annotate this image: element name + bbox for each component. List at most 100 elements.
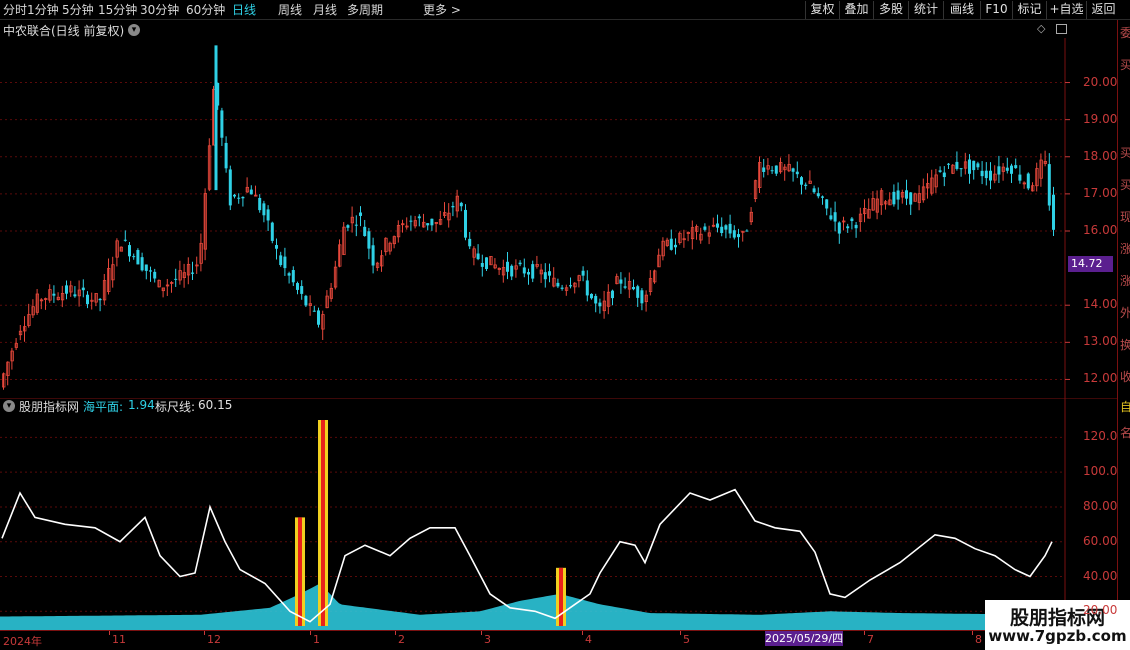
sea-level-value: 1.94 <box>128 398 155 412</box>
candle-body <box>241 196 245 199</box>
toolbar-button[interactable]: 标记 <box>1012 1 1046 19</box>
candle-body <box>980 170 984 177</box>
side-label: 名 <box>1120 424 1130 441</box>
candle-body <box>480 263 484 267</box>
x-tick-mark <box>680 631 681 635</box>
candle-body <box>1010 165 1013 174</box>
candle-body <box>955 161 959 169</box>
candle-body <box>1026 173 1030 189</box>
candle-body <box>854 224 858 229</box>
candle-body <box>506 261 509 272</box>
candle-body <box>1005 167 1009 171</box>
chart-title: 中农联合(日线 前复权) <box>3 22 124 39</box>
candle-body <box>249 189 253 195</box>
price-tick-label: 12.00 <box>1083 371 1118 386</box>
candle-body <box>191 272 194 274</box>
candle-body <box>65 285 68 294</box>
candle-body <box>732 230 736 238</box>
sea-level-label: 海平面: <box>83 400 124 414</box>
current-price-badge: 14.72 <box>1068 256 1113 272</box>
candle-body <box>640 290 644 304</box>
candle-body <box>291 270 295 283</box>
candle-body <box>1047 164 1051 206</box>
side-label: 现 <box>1120 208 1130 225</box>
candle-body <box>468 238 472 247</box>
toolbar-button[interactable]: 统计 <box>908 1 943 19</box>
candle-body <box>52 293 56 296</box>
x-tick-label: 11 <box>112 633 126 646</box>
price-tick-label: 19.00 <box>1083 111 1118 126</box>
period-tab[interactable]: 分时 <box>3 2 27 18</box>
candle-body <box>233 194 236 197</box>
toolbar-button[interactable]: 返回 <box>1086 1 1120 19</box>
candle-body <box>959 168 963 170</box>
candle-body <box>485 257 488 270</box>
signal-bar-core <box>298 517 302 626</box>
x-tick-mark <box>972 631 973 635</box>
window-toggle-icon[interactable] <box>1056 24 1067 34</box>
candle-body <box>359 212 362 216</box>
period-tab[interactable]: 60分钟 <box>186 2 225 18</box>
chevron-down-icon[interactable]: ▾ <box>128 24 140 36</box>
candle-body <box>804 184 808 186</box>
x-tick-label: 2024年 <box>3 635 42 648</box>
period-tab[interactable]: 日线 <box>232 2 256 18</box>
signal-bar-core <box>559 567 563 626</box>
candle-body <box>833 212 837 222</box>
side-label: 自 <box>1120 398 1130 415</box>
period-tab[interactable]: 多周期 <box>347 2 383 18</box>
candle-body <box>745 230 749 232</box>
more-periods-button[interactable]: 更多 > <box>423 2 461 18</box>
candle-body <box>968 159 971 174</box>
diamond-icon[interactable]: ◇ <box>1037 22 1045 35</box>
price-tick-label: 18.00 <box>1083 148 1118 163</box>
indicator-tick-label: 40.00 <box>1083 568 1118 583</box>
candle-body <box>367 231 371 249</box>
candle-body <box>984 170 988 179</box>
candle-body <box>73 294 77 297</box>
candle-body <box>346 225 350 228</box>
toolbar-button[interactable]: +自选 <box>1046 1 1086 19</box>
candle-body <box>98 298 102 301</box>
candle-body <box>279 255 283 266</box>
candle-body <box>703 226 707 230</box>
period-tab[interactable]: 30分钟 <box>140 2 179 18</box>
candle-body <box>594 295 598 304</box>
toolbar-button[interactable]: 叠加 <box>839 1 873 19</box>
candle-body <box>556 282 560 287</box>
candle-body <box>476 253 480 260</box>
candle-body <box>728 223 732 234</box>
candle-body <box>850 218 854 222</box>
period-tab[interactable]: 15分钟 <box>98 2 137 18</box>
candle-body <box>132 256 136 258</box>
period-tab[interactable]: 月线 <box>313 2 337 18</box>
side-label: 买 <box>1120 56 1130 73</box>
x-tick-label: 7 <box>867 633 874 646</box>
candle-body <box>86 294 89 305</box>
candle-body <box>300 286 304 294</box>
candle-body <box>237 197 241 199</box>
candle-body <box>623 286 627 288</box>
candle-body <box>527 272 530 275</box>
toolbar-button[interactable]: 复权 <box>805 1 839 19</box>
indicator-chart <box>0 398 1118 630</box>
candle-body <box>989 170 992 181</box>
x-tick-label: 4 <box>585 633 592 646</box>
candle-body <box>905 190 908 199</box>
sea-level-area <box>0 584 1052 630</box>
side-label: 委 <box>1120 24 1130 41</box>
candle-body <box>942 172 946 178</box>
side-label: 买 <box>1120 144 1130 161</box>
candle-body <box>128 245 131 257</box>
period-tab[interactable]: 1分钟 <box>27 2 59 18</box>
period-tab[interactable]: 5分钟 <box>62 2 94 18</box>
toolbar-button[interactable]: 画线 <box>943 1 980 19</box>
candle-body <box>812 188 816 193</box>
toolbar-button[interactable]: F10 <box>980 1 1012 19</box>
toolbar-button[interactable]: 多股 <box>873 1 908 19</box>
candle-body <box>283 256 287 269</box>
indicator-tick-label: 60.00 <box>1083 533 1118 548</box>
chevron-down-icon[interactable]: ▾ <box>3 400 15 412</box>
period-tab[interactable]: 周线 <box>278 2 302 18</box>
candle-body <box>522 267 526 274</box>
